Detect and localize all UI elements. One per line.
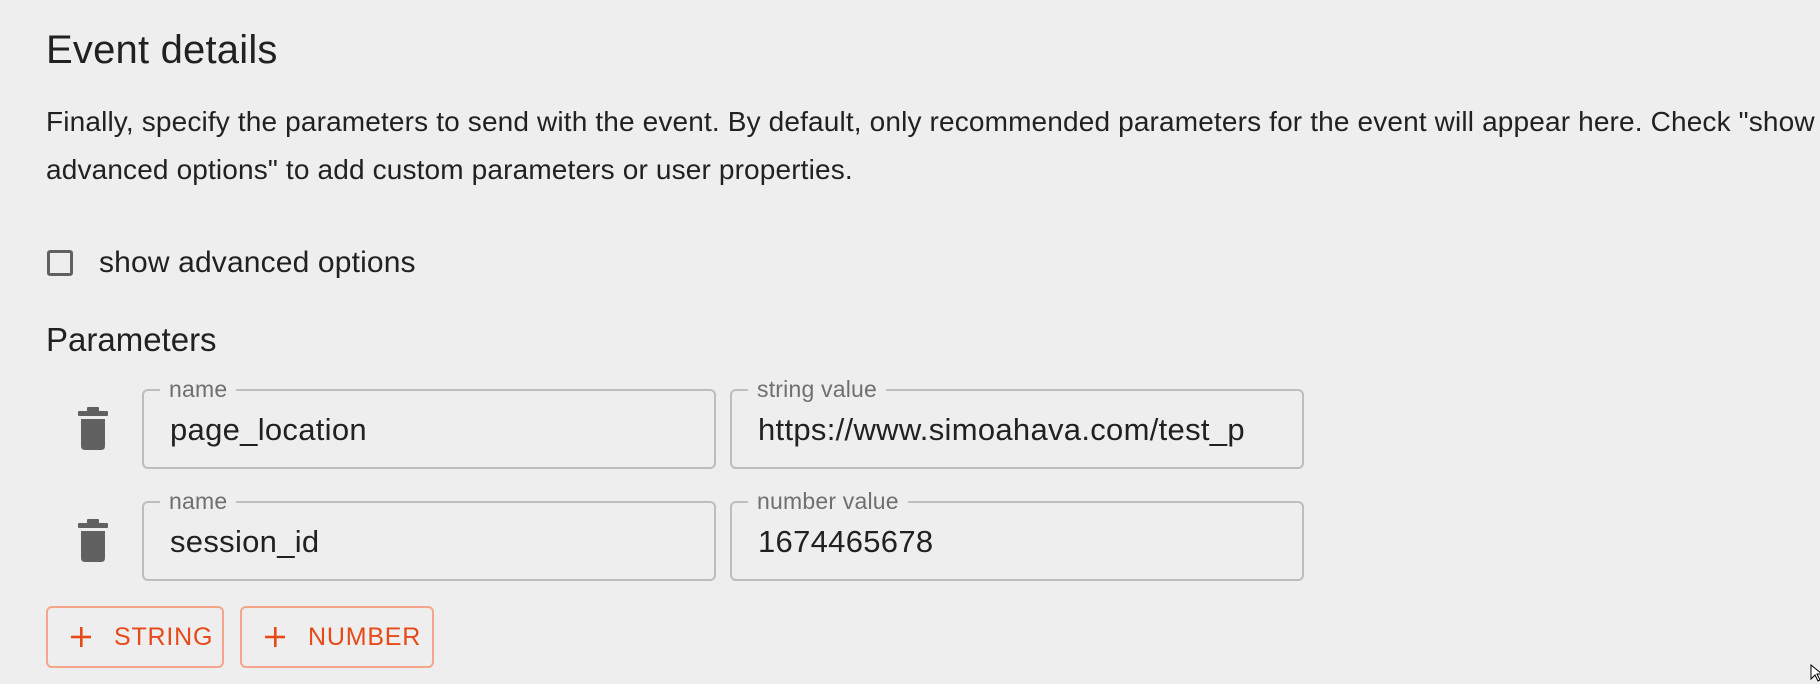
- add-number-parameter-button[interactable]: NUMBER: [240, 606, 434, 668]
- advanced-options-checkbox[interactable]: [47, 250, 73, 276]
- delete-parameter-button[interactable]: [76, 407, 110, 451]
- plus-icon: [265, 627, 285, 647]
- plus-icon: [71, 627, 91, 647]
- parameter-name-field[interactable]: name session_id: [142, 488, 716, 581]
- parameter-name-input[interactable]: page_location: [170, 410, 690, 450]
- parameter-value-field[interactable]: number value 1674465678: [730, 488, 1304, 581]
- parameter-name-label: name: [160, 488, 237, 514]
- parameter-value-input[interactable]: https://www.simoahava.com/test_p: [758, 410, 1278, 450]
- parameter-row: name session_id number value 1674465678: [46, 488, 1306, 581]
- parameter-value-input[interactable]: 1674465678: [758, 522, 1278, 562]
- delete-parameter-button[interactable]: [76, 519, 110, 563]
- parameter-name-field[interactable]: name page_location: [142, 376, 716, 469]
- trash-icon[interactable]: [76, 519, 110, 563]
- parameter-name-label: name: [160, 376, 237, 402]
- parameter-value-field[interactable]: string value https://www.simoahava.com/t…: [730, 376, 1304, 469]
- mouse-cursor-icon: [1810, 664, 1820, 682]
- advanced-options-label[interactable]: show advanced options: [99, 243, 416, 283]
- trash-icon[interactable]: [76, 407, 110, 451]
- add-string-label: STRING: [114, 622, 214, 651]
- parameter-value-label: number value: [748, 488, 908, 514]
- add-number-label: NUMBER: [308, 622, 422, 651]
- add-string-parameter-button[interactable]: STRING: [46, 606, 224, 668]
- parameter-row: name page_location string value https://…: [46, 376, 1306, 469]
- section-description: Finally, specify the parameters to send …: [46, 106, 1815, 185]
- advanced-options-toggle[interactable]: show advanced options: [46, 240, 416, 286]
- parameter-value-label: string value: [748, 376, 887, 402]
- parameter-name-input[interactable]: session_id: [170, 522, 690, 562]
- section-title: Event details: [46, 28, 278, 72]
- parameters-heading: Parameters: [46, 321, 217, 358]
